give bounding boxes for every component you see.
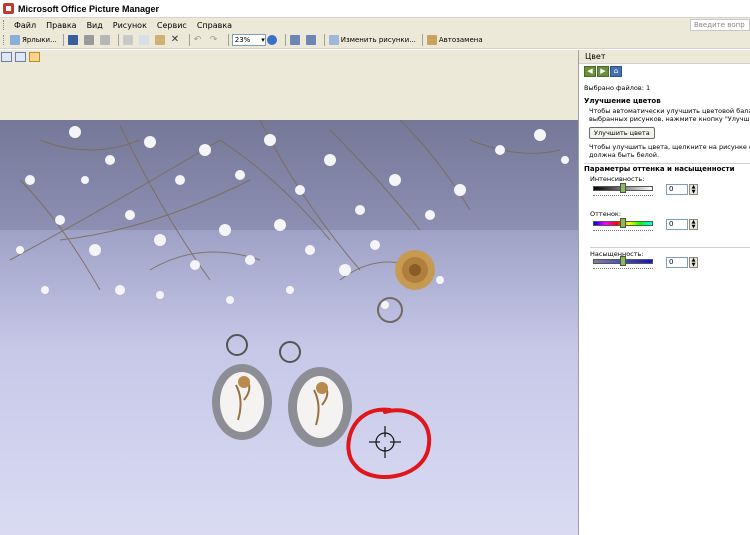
rotate-left-icon bbox=[289, 35, 300, 45]
menu-view[interactable]: Вид bbox=[82, 21, 108, 30]
save-button[interactable] bbox=[67, 34, 81, 47]
photo-artwork bbox=[0, 120, 578, 479]
zoom-value: 23% bbox=[234, 36, 251, 44]
toolbar-separator bbox=[284, 34, 286, 46]
chevron-down-icon: ▾ bbox=[261, 36, 265, 44]
hue-slider-thumb[interactable] bbox=[620, 218, 626, 228]
photo-earrings[interactable] bbox=[0, 120, 578, 535]
window-title: Microsoft Office Picture Manager bbox=[18, 3, 160, 14]
delete-x-icon: ✕ bbox=[170, 34, 180, 45]
forward-icon[interactable]: ▶ bbox=[597, 66, 609, 77]
hue-value-input[interactable]: 0 bbox=[666, 219, 688, 230]
single-picture-view-icon[interactable] bbox=[29, 52, 40, 62]
click-instructions-line2: должна быть белой. bbox=[589, 151, 660, 159]
hue-spinner[interactable]: ▲ ▼ bbox=[689, 219, 698, 230]
print-button[interactable] bbox=[83, 34, 97, 47]
back-icon[interactable]: ◀ bbox=[584, 66, 596, 77]
hue-ticks bbox=[593, 230, 653, 232]
enhance-instructions-line1: Чтобы автоматически улучшить цветовой ба… bbox=[589, 107, 750, 115]
email-button[interactable] bbox=[99, 34, 113, 47]
print-icon bbox=[83, 35, 94, 45]
intensity-ticks bbox=[593, 195, 653, 197]
hue-saturation-heading: Параметры оттенка и насыщенности bbox=[584, 163, 750, 173]
redo-icon: ↷ bbox=[209, 35, 218, 45]
intensity-value-input[interactable]: 0 bbox=[666, 184, 688, 195]
edit-pictures-button[interactable]: Изменить рисунки... bbox=[328, 34, 417, 47]
autocorrect-icon bbox=[426, 35, 437, 45]
menu-picture[interactable]: Рисунок bbox=[108, 21, 152, 30]
toolbar-separator bbox=[188, 34, 190, 46]
intensity-spinner[interactable]: ▲ ▼ bbox=[689, 184, 698, 195]
saturation-value-input[interactable]: 0 bbox=[666, 257, 688, 268]
task-pane-body: Выбрано файлов: 1 Улучшение цветов Чтобы… bbox=[579, 84, 750, 280]
task-pane-nav: ◀ ▶ ⌂ bbox=[579, 64, 750, 78]
intensity-slider-thumb[interactable] bbox=[620, 183, 626, 193]
view-mode-bar bbox=[0, 50, 578, 64]
saturation-spinner[interactable]: ▲ ▼ bbox=[689, 257, 698, 268]
picture-manager-app-icon bbox=[3, 3, 14, 14]
hue-label: Оттенок: bbox=[590, 210, 622, 218]
enhance-colors-heading: Улучшение цветов bbox=[584, 97, 661, 105]
enhance-colors-button[interactable]: Улучшить цвета bbox=[589, 127, 655, 139]
standard-toolbar: Ярлыки... ✕ ↶ ↷ 23% ▾ Изменить рисунки..… bbox=[0, 32, 750, 49]
menu-grip[interactable] bbox=[3, 20, 6, 30]
paste-icon bbox=[154, 35, 165, 45]
toolbar-grip[interactable] bbox=[3, 35, 6, 45]
copy-button[interactable] bbox=[138, 34, 152, 47]
intensity-slider-group: Интенсивность: 0 ▲ ▼ bbox=[590, 175, 750, 208]
rotate-right-icon bbox=[305, 35, 316, 45]
toolbar-separator bbox=[323, 34, 325, 46]
selected-files-count: Выбрано файлов: 1 bbox=[584, 84, 651, 92]
autocorrect-button[interactable]: Автозамена bbox=[426, 34, 484, 47]
toolbar-separator bbox=[62, 34, 64, 46]
toolbar-separator bbox=[227, 34, 229, 46]
intensity-label: Интенсивность: bbox=[590, 175, 645, 183]
help-search-input[interactable]: Введите вопр bbox=[690, 19, 750, 31]
title-bar: Microsoft Office Picture Manager bbox=[0, 0, 750, 18]
cut-button[interactable] bbox=[122, 34, 136, 47]
redo-button[interactable]: ↷ bbox=[209, 34, 223, 47]
saturation-ticks bbox=[593, 268, 653, 270]
copy-icon bbox=[138, 35, 149, 45]
click-instructions-line1: Чтобы улучшить цвета, щелкните на рисунк… bbox=[589, 143, 750, 151]
home-icon[interactable]: ⌂ bbox=[610, 66, 622, 77]
help-button[interactable] bbox=[266, 34, 280, 47]
undo-button[interactable]: ↶ bbox=[193, 34, 207, 47]
rotate-right-button[interactable] bbox=[305, 34, 319, 47]
autocorrect-label: Автозамена bbox=[438, 36, 483, 44]
rotate-left-button[interactable] bbox=[289, 34, 303, 47]
toolbar-separator bbox=[117, 34, 119, 46]
menu-tools[interactable]: Сервис bbox=[152, 21, 192, 30]
save-icon bbox=[67, 35, 78, 45]
shortcuts-icon bbox=[10, 35, 20, 45]
help-icon bbox=[266, 35, 277, 45]
zoom-select[interactable]: 23% ▾ bbox=[231, 34, 266, 46]
saturation-label: Насыщенность: bbox=[590, 250, 644, 258]
edit-pictures-label: Изменить рисунки... bbox=[340, 36, 416, 44]
saturation-slider-group: Насыщенность: 0 ▲ ▼ bbox=[590, 247, 750, 280]
shortcuts-label: Ярлыки... bbox=[22, 36, 57, 44]
edit-pictures-icon bbox=[328, 35, 339, 45]
menu-bar: Файл Правка Вид Рисунок Сервис Справка В… bbox=[0, 18, 750, 32]
email-icon bbox=[99, 35, 110, 45]
paste-button[interactable] bbox=[154, 34, 168, 47]
hue-slider-group: Оттенок: 0 ▲ ▼ bbox=[590, 210, 750, 243]
menu-help[interactable]: Справка bbox=[192, 21, 237, 30]
undo-icon: ↶ bbox=[193, 35, 202, 45]
saturation-slider-thumb[interactable] bbox=[620, 256, 626, 266]
picture-canvas[interactable] bbox=[0, 64, 578, 535]
enhance-instructions-line2: выбранных рисунков, нажмите кнопку "Улуч… bbox=[589, 115, 750, 123]
menu-edit[interactable]: Правка bbox=[41, 21, 81, 30]
menu-file[interactable]: Файл bbox=[9, 21, 41, 30]
thumbnail-view-icon[interactable] bbox=[1, 52, 12, 62]
delete-button[interactable]: ✕ bbox=[170, 34, 184, 47]
shortcuts-button[interactable]: Ярлыки... bbox=[9, 34, 58, 47]
cut-icon bbox=[122, 35, 133, 45]
task-pane-title: Цвет bbox=[579, 50, 750, 64]
toolbar-separator bbox=[421, 34, 423, 46]
filmstrip-view-icon[interactable] bbox=[15, 52, 26, 62]
color-task-pane: Цвет ◀ ▶ ⌂ Выбрано файлов: 1 Улучшение ц… bbox=[578, 50, 750, 535]
